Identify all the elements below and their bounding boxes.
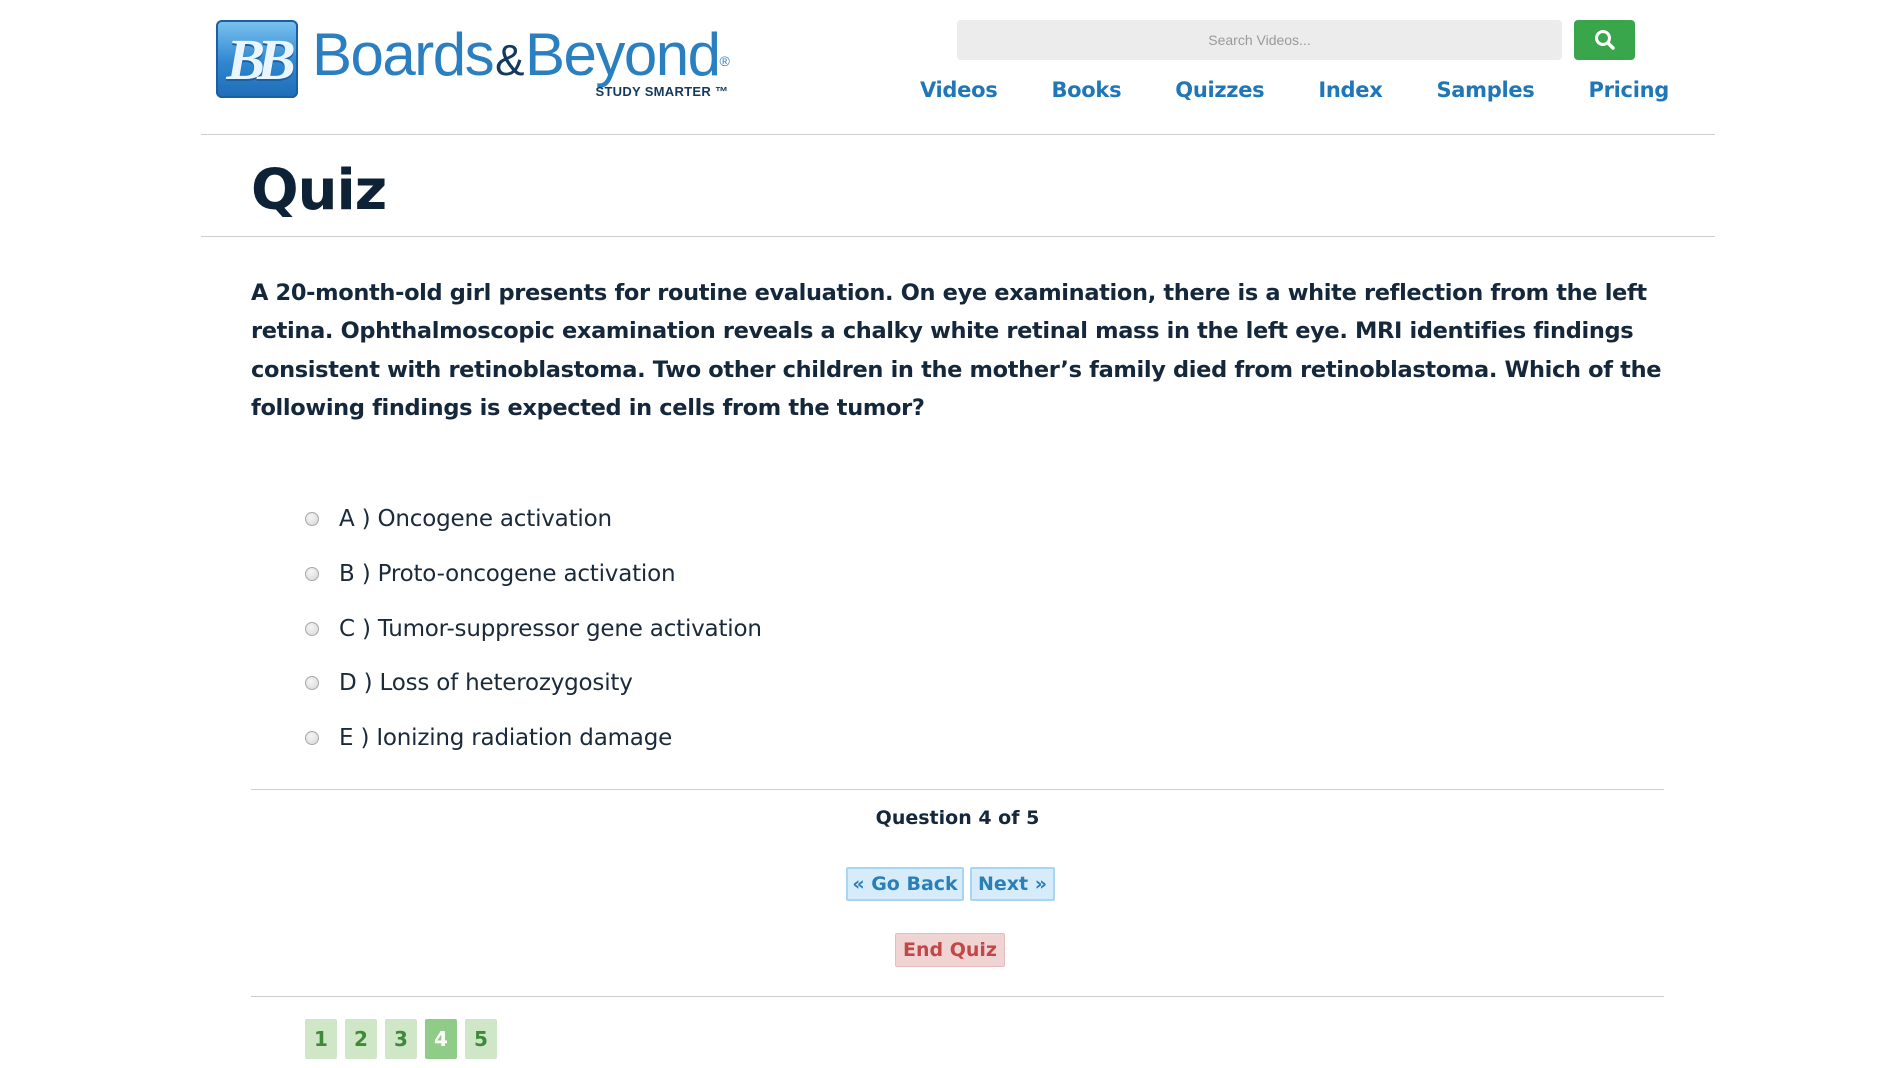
nav-samples[interactable]: Samples	[1436, 78, 1534, 102]
option-a[interactable]: A ) Oncogene activation	[305, 492, 762, 547]
nav-pricing[interactable]: Pricing	[1589, 78, 1670, 102]
option-label: C ) Tumor-suppressor gene activation	[339, 615, 762, 642]
page-button-5[interactable]: 5	[465, 1019, 497, 1059]
option-label: D ) Loss of heterozygosity	[339, 670, 633, 697]
next-button[interactable]: Next »	[970, 867, 1055, 901]
logo-wordmark: Boards&Beyond® STUDY SMARTER ™	[312, 20, 730, 99]
header-divider	[201, 134, 1715, 135]
nav-books[interactable]: Books	[1051, 78, 1121, 102]
logo-badge: BB	[216, 20, 298, 98]
end-quiz-button[interactable]: End Quiz	[895, 933, 1005, 967]
option-e[interactable]: E ) Ionizing radiation damage	[305, 711, 762, 766]
go-back-button[interactable]: « Go Back	[846, 867, 964, 901]
nav-videos[interactable]: Videos	[920, 78, 998, 102]
radio-button[interactable]	[305, 621, 319, 636]
option-c[interactable]: C ) Tumor-suppressor gene activation	[305, 601, 762, 656]
option-d[interactable]: D ) Loss of heterozygosity	[305, 656, 762, 711]
search-button[interactable]	[1574, 20, 1635, 60]
site-logo[interactable]: BB Boards&Beyond® STUDY SMARTER ™	[216, 20, 736, 100]
logo-registered: ®	[719, 53, 729, 69]
page-button-4[interactable]: 4	[425, 1019, 457, 1059]
option-label: A ) Oncogene activation	[339, 506, 612, 533]
question-text: A 20-month-old girl presents for routine…	[251, 280, 1662, 422]
page-button-3[interactable]: 3	[385, 1019, 417, 1059]
page-button-2[interactable]: 2	[345, 1019, 377, 1059]
radio-button[interactable]	[305, 676, 319, 691]
logo-name-amp: &	[495, 36, 524, 85]
option-label: B ) Proto-oncogene activation	[339, 561, 676, 588]
page-button-1[interactable]: 1	[305, 1019, 337, 1059]
logo-name-part1: Boards	[312, 21, 495, 88]
main-nav: Videos Books Quizzes Index Samples Prici…	[920, 78, 1669, 102]
question-pager: 1 2 3 4 5	[305, 1019, 497, 1059]
question-progress: Question 4 of 5	[875, 807, 1040, 829]
title-divider	[201, 236, 1715, 237]
search-icon	[1594, 30, 1615, 50]
option-label: E ) Ionizing radiation damage	[339, 725, 673, 752]
answer-options: A ) Oncogene activation B ) Proto-oncoge…	[305, 492, 762, 765]
radio-button[interactable]	[305, 731, 319, 746]
nav-quizzes[interactable]: Quizzes	[1175, 78, 1264, 102]
radio-button[interactable]	[305, 512, 319, 527]
search-input[interactable]	[957, 20, 1562, 60]
option-b[interactable]: B ) Proto-oncogene activation	[305, 547, 762, 602]
pager-divider	[251, 996, 1664, 997]
page: BB Boards&Beyond® STUDY SMARTER ™ Videos…	[0, 0, 1899, 1068]
radio-button[interactable]	[305, 567, 319, 582]
options-divider	[251, 789, 1664, 790]
page-title: Quiz	[251, 158, 387, 223]
logo-name-part2: Beyond	[524, 21, 721, 88]
nav-index[interactable]: Index	[1318, 78, 1382, 102]
logo-tagline: STUDY SMARTER ™	[595, 84, 729, 99]
